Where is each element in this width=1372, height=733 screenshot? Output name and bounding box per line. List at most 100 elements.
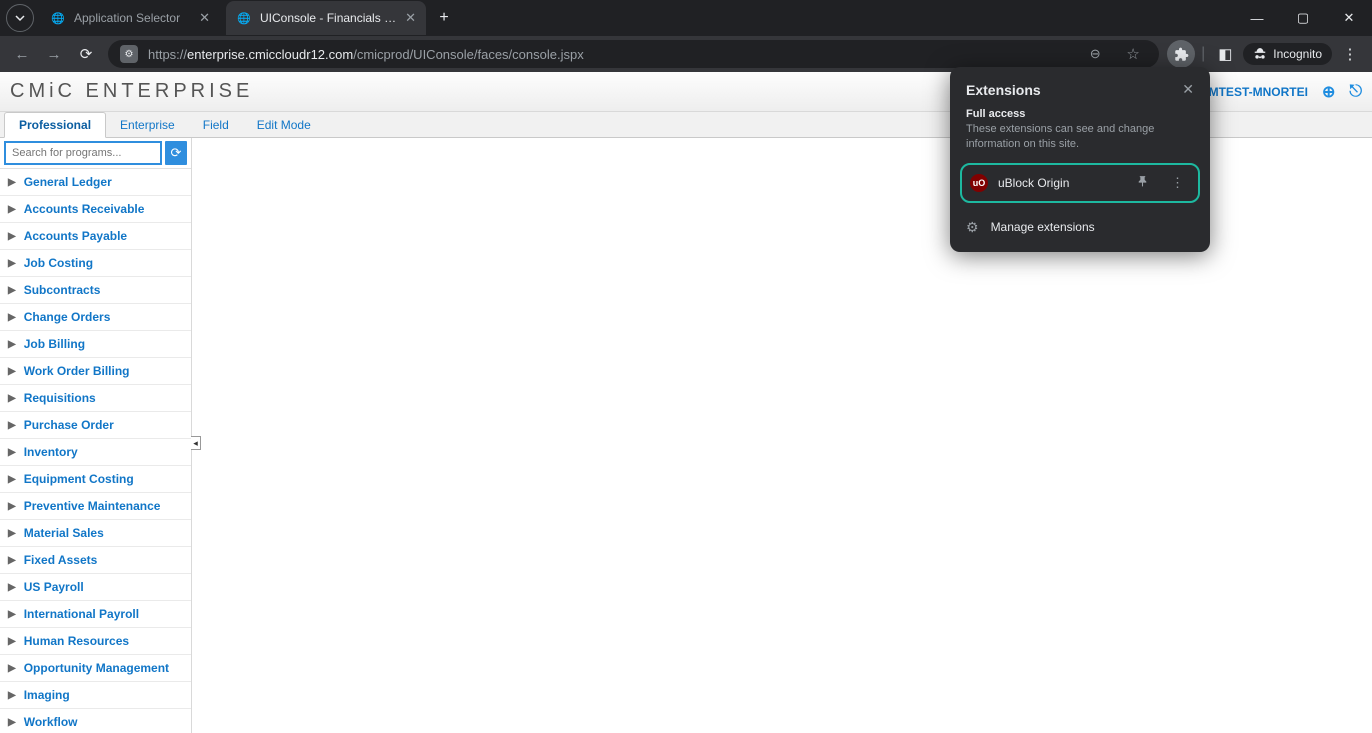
tree-node-label: International Payroll: [24, 607, 139, 621]
extension-item-ublock[interactable]: uO uBlock Origin ⋮: [960, 163, 1200, 203]
reload-button[interactable]: ⟳: [72, 40, 100, 68]
logout-icon[interactable]: ⎋: [1349, 83, 1362, 101]
tree-node-label: Fixed Assets: [24, 553, 98, 567]
caret-right-icon: ▶: [8, 636, 16, 647]
program-tree[interactable]: ▶General Ledger▶Accounts Receivable▶Acco…: [0, 169, 191, 733]
browser-tab-0[interactable]: 🌐 Application Selector ✕: [40, 1, 220, 35]
tab-label: Enterprise: [120, 118, 175, 132]
tree-node[interactable]: ▶ Fixed Assets: [0, 547, 191, 574]
tree-node[interactable]: ▶ Equipment Costing: [0, 466, 191, 493]
tree-node[interactable]: ▶General Ledger: [0, 169, 191, 196]
gear-icon: ⚙: [966, 219, 979, 236]
caret-right-icon: ▶: [8, 447, 16, 458]
refresh-tree-button[interactable]: ⟳: [165, 141, 187, 165]
url-text: https://enterprise.cmiccloudr12.com/cmic…: [148, 47, 1071, 62]
globe-icon: 🌐: [236, 10, 252, 26]
tree-node-label: Subcontracts: [24, 283, 101, 297]
bookmark-icon[interactable]: ☆: [1119, 40, 1147, 68]
manage-extensions-label: Manage extensions: [991, 220, 1095, 234]
tree-node[interactable]: ▶Change Orders: [0, 304, 191, 331]
tree-node[interactable]: ▶Job Costing: [0, 250, 191, 277]
tab-field[interactable]: Field: [189, 113, 243, 137]
tree-node-label: General Ledger: [24, 175, 112, 189]
tab-enterprise[interactable]: Enterprise: [106, 113, 189, 137]
caret-right-icon: ▶: [8, 501, 16, 512]
tree-node-label: Equipment Costing: [24, 472, 134, 486]
tree-node[interactable]: ▶ Subcontracts: [0, 277, 191, 304]
title-text: Extensions: [966, 82, 1041, 98]
tree-node-label: Work Order Billing: [24, 364, 130, 378]
tab-label: Professional: [19, 118, 91, 132]
incognito-label: Incognito: [1273, 47, 1322, 61]
access-level-label: Full access: [952, 108, 1208, 122]
tree-node-label: Imaging: [24, 688, 70, 702]
back-button[interactable]: ←: [8, 40, 36, 68]
tree-node[interactable]: ▶ Human Resources: [0, 628, 191, 655]
tree-node[interactable]: ▶ International Payroll: [0, 601, 191, 628]
caret-right-icon: ▶: [8, 258, 16, 269]
tab-professional[interactable]: Professional: [4, 112, 106, 138]
tree-node-label: Inventory: [24, 445, 78, 459]
caret-right-icon: ▶: [8, 474, 16, 485]
close-icon[interactable]: ✕: [405, 10, 416, 26]
site-info-icon[interactable]: ⚙: [120, 45, 138, 63]
zoom-icon[interactable]: ⊖: [1081, 40, 1109, 68]
manage-extensions-link[interactable]: ⚙ Manage extensions: [952, 213, 1208, 242]
tab-edit-mode[interactable]: Edit Mode: [243, 113, 325, 137]
tree-node[interactable]: ▶ Work Order Billing: [0, 358, 191, 385]
puzzle-icon: [1174, 47, 1189, 62]
caret-right-icon: ▶: [8, 690, 16, 701]
pin-icon: [1136, 175, 1149, 188]
splitter-collapse-button[interactable]: ◂: [191, 436, 201, 450]
tree-node[interactable]: ▶Opportunity Management: [0, 655, 191, 682]
tree-node[interactable]: ▶ Requisitions: [0, 385, 191, 412]
tab-label: Edit Mode: [257, 118, 311, 132]
tree-node-label: Human Resources: [24, 634, 129, 648]
new-tab-button[interactable]: +: [430, 9, 458, 27]
tree-node[interactable]: ▶Material Sales: [0, 520, 191, 547]
caret-right-icon: ▶: [8, 582, 16, 593]
tree-node[interactable]: ▶ Accounts Receivable: [0, 196, 191, 223]
tree-node[interactable]: ▶Preventive Maintenance: [0, 493, 191, 520]
caret-right-icon: ▶: [8, 366, 16, 377]
tree-node-label: Accounts Receivable: [24, 202, 145, 216]
tree-node-label: Requisitions: [24, 391, 96, 405]
tree-node[interactable]: ▶ Imaging: [0, 682, 191, 709]
tree-node[interactable]: ▶ Accounts Payable: [0, 223, 191, 250]
search-input[interactable]: [4, 141, 162, 165]
browser-menu-button[interactable]: ⋮: [1336, 40, 1364, 68]
tree-node[interactable]: ▶Workflow: [0, 709, 191, 733]
tree-node[interactable]: ▶Job Billing: [0, 331, 191, 358]
tree-node[interactable]: ▶US Payroll: [0, 574, 191, 601]
tree-node-label: Accounts Payable: [24, 229, 127, 243]
tree-node-label: Purchase Order: [24, 418, 114, 432]
access-level-description: These extensions can see and change info…: [952, 122, 1208, 163]
close-extensions-popup[interactable]: ✕: [1182, 81, 1194, 98]
globe-action-icon[interactable]: ⊕: [1322, 82, 1335, 102]
close-window-button[interactable]: ✕: [1326, 0, 1372, 36]
pin-extension-button[interactable]: [1130, 173, 1155, 193]
separator: |: [1201, 45, 1205, 63]
caret-right-icon: ▶: [8, 204, 16, 215]
extension-menu-button[interactable]: ⋮: [1165, 173, 1190, 193]
tree-node[interactable]: ▶Purchase Order: [0, 412, 191, 439]
address-bar[interactable]: ⚙ https://enterprise.cmiccloudr12.com/cm…: [108, 40, 1159, 68]
forward-button[interactable]: →: [40, 40, 68, 68]
tree-node-label: Opportunity Management: [24, 661, 169, 675]
window-controls: — ▢ ✕: [1234, 0, 1372, 36]
tree-node[interactable]: ▶ Inventory: [0, 439, 191, 466]
incognito-indicator[interactable]: Incognito: [1243, 43, 1332, 65]
maximize-button[interactable]: ▢: [1280, 0, 1326, 36]
close-icon[interactable]: ✕: [199, 10, 210, 26]
caret-right-icon: ▶: [8, 393, 16, 404]
caret-right-icon: ▶: [8, 231, 16, 242]
tab-search-dropdown[interactable]: [6, 4, 34, 32]
extensions-button[interactable]: [1167, 40, 1195, 68]
minimize-button[interactable]: —: [1234, 0, 1280, 36]
side-panel-button[interactable]: ◧: [1211, 40, 1239, 68]
browser-tab-1[interactable]: 🌐 UIConsole - Financials Console ✕: [226, 1, 426, 35]
caret-right-icon: ▶: [8, 609, 16, 620]
tree-node-label: Workflow: [24, 715, 78, 729]
caret-right-icon: ▶: [8, 555, 16, 566]
caret-right-icon: ▶: [8, 285, 16, 296]
